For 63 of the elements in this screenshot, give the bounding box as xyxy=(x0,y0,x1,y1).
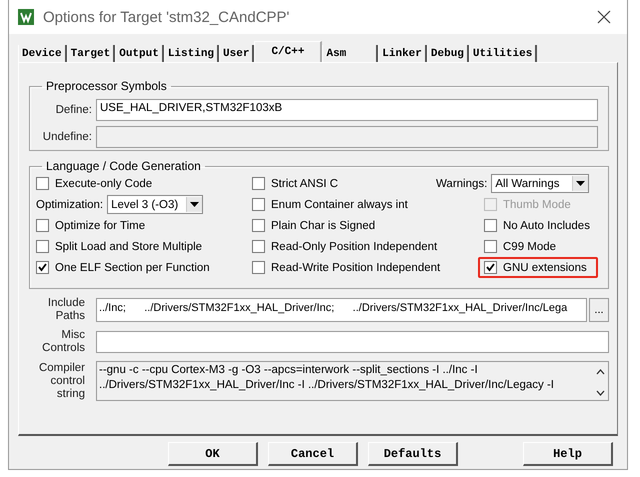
field-label: Misc Controls xyxy=(41,329,85,355)
checkbox-label: One ELF Section per Function xyxy=(55,262,210,274)
app-icon xyxy=(17,8,35,26)
checkbox-label: Plain Char is Signed xyxy=(271,220,376,232)
group-title: Language / Code Generation xyxy=(45,159,202,173)
scroll-up-icon[interactable] xyxy=(596,369,604,375)
checkbox-label: GNU extensions xyxy=(503,262,587,274)
tab[interactable]: Utilities xyxy=(468,45,538,62)
checkbox-label: No Auto Includes xyxy=(503,220,590,232)
window-title: Options for Target 'stm32_CAndCPP' xyxy=(43,8,290,26)
text-field[interactable] xyxy=(96,331,609,353)
checkbox-label: Strict ANSI C xyxy=(271,178,338,190)
checkbox[interactable] xyxy=(252,240,265,253)
field-label: Undefine: xyxy=(42,131,92,143)
tab[interactable]: Target xyxy=(66,45,116,62)
dropdown-label: Optimization: xyxy=(36,198,104,210)
scroll-down-icon[interactable] xyxy=(596,390,604,396)
tab[interactable]: Device xyxy=(18,45,67,62)
caret-icon[interactable] xyxy=(576,181,586,186)
dropdown[interactable]: Level 3 (-O3) xyxy=(107,195,204,214)
checkbox-label: Optimize for Time xyxy=(55,220,146,232)
tab[interactable]: Listing xyxy=(164,45,220,62)
dialog-button[interactable]: OK xyxy=(168,442,258,466)
checkbox-label: Enum Container always int xyxy=(271,198,408,210)
tab[interactable]: Asm xyxy=(322,45,378,62)
tab[interactable]: C/C++ xyxy=(254,41,322,62)
tab[interactable]: Debug xyxy=(426,45,469,62)
checkbox[interactable] xyxy=(36,240,49,253)
close-icon[interactable] xyxy=(597,10,611,24)
group-title: Preprocessor Symbols xyxy=(45,79,168,93)
checkbox[interactable] xyxy=(36,219,49,232)
caret-icon[interactable] xyxy=(190,202,200,207)
browse-button[interactable]: ... xyxy=(589,298,609,322)
checkbox[interactable] xyxy=(252,177,265,190)
dropdown[interactable]: All Warnings xyxy=(491,174,590,193)
checkbox-label: Thumb Mode xyxy=(503,198,571,210)
checkbox[interactable] xyxy=(252,198,265,211)
checkbox[interactable] xyxy=(36,177,49,190)
checkbox[interactable] xyxy=(252,261,265,274)
text-field[interactable]: USE_HAL_DRIVER,STM32F103xB xyxy=(96,99,598,121)
checkbox[interactable] xyxy=(36,261,49,274)
text-line: ../Drivers/STM32F1xx_HAL_Driver/Inc -I ../Drivers/STM32F1xx_HAL_Driver/Inc/Legacy -I xyxy=(99,378,556,393)
text-field[interactable]: ../Inc; ../Drivers/STM32F1xx_HAL_Driver/Inc; ../Drivers/STM32F1xx_HAL_Driver/Inc/Lega xyxy=(96,298,587,322)
checkbox-label: Read-Only Position Independent xyxy=(271,240,438,252)
dialog-button[interactable]: Cancel xyxy=(268,442,358,466)
checkbox[interactable] xyxy=(484,219,497,232)
checkbox[interactable] xyxy=(484,261,497,274)
checkbox-label: Read-Write Position Independent xyxy=(271,262,440,274)
tab[interactable]: Output xyxy=(115,45,164,62)
checkbox-label: Execute-only Code xyxy=(55,178,152,190)
tab[interactable]: Linker xyxy=(378,45,427,62)
checkbox-label: Split Load and Store Multiple xyxy=(55,240,202,252)
dropdown-label: Warnings: xyxy=(436,178,488,190)
dialog-button[interactable]: Defaults xyxy=(368,442,458,466)
field-label: Compiler control string xyxy=(38,362,85,400)
dialog-button[interactable]: Help xyxy=(523,442,613,466)
checkbox[interactable] xyxy=(252,219,265,232)
checkbox[interactable] xyxy=(484,240,497,253)
field-label: Define: xyxy=(54,104,92,116)
tab[interactable]: User xyxy=(219,45,254,62)
text-line: --gnu -c --cpu Cortex-M3 -g -O3 --apcs=interwork --split_sections -I ../Inc -I xyxy=(99,363,479,378)
checkbox-label: C99 Mode xyxy=(503,240,556,252)
field-label: Include Paths xyxy=(46,297,85,323)
